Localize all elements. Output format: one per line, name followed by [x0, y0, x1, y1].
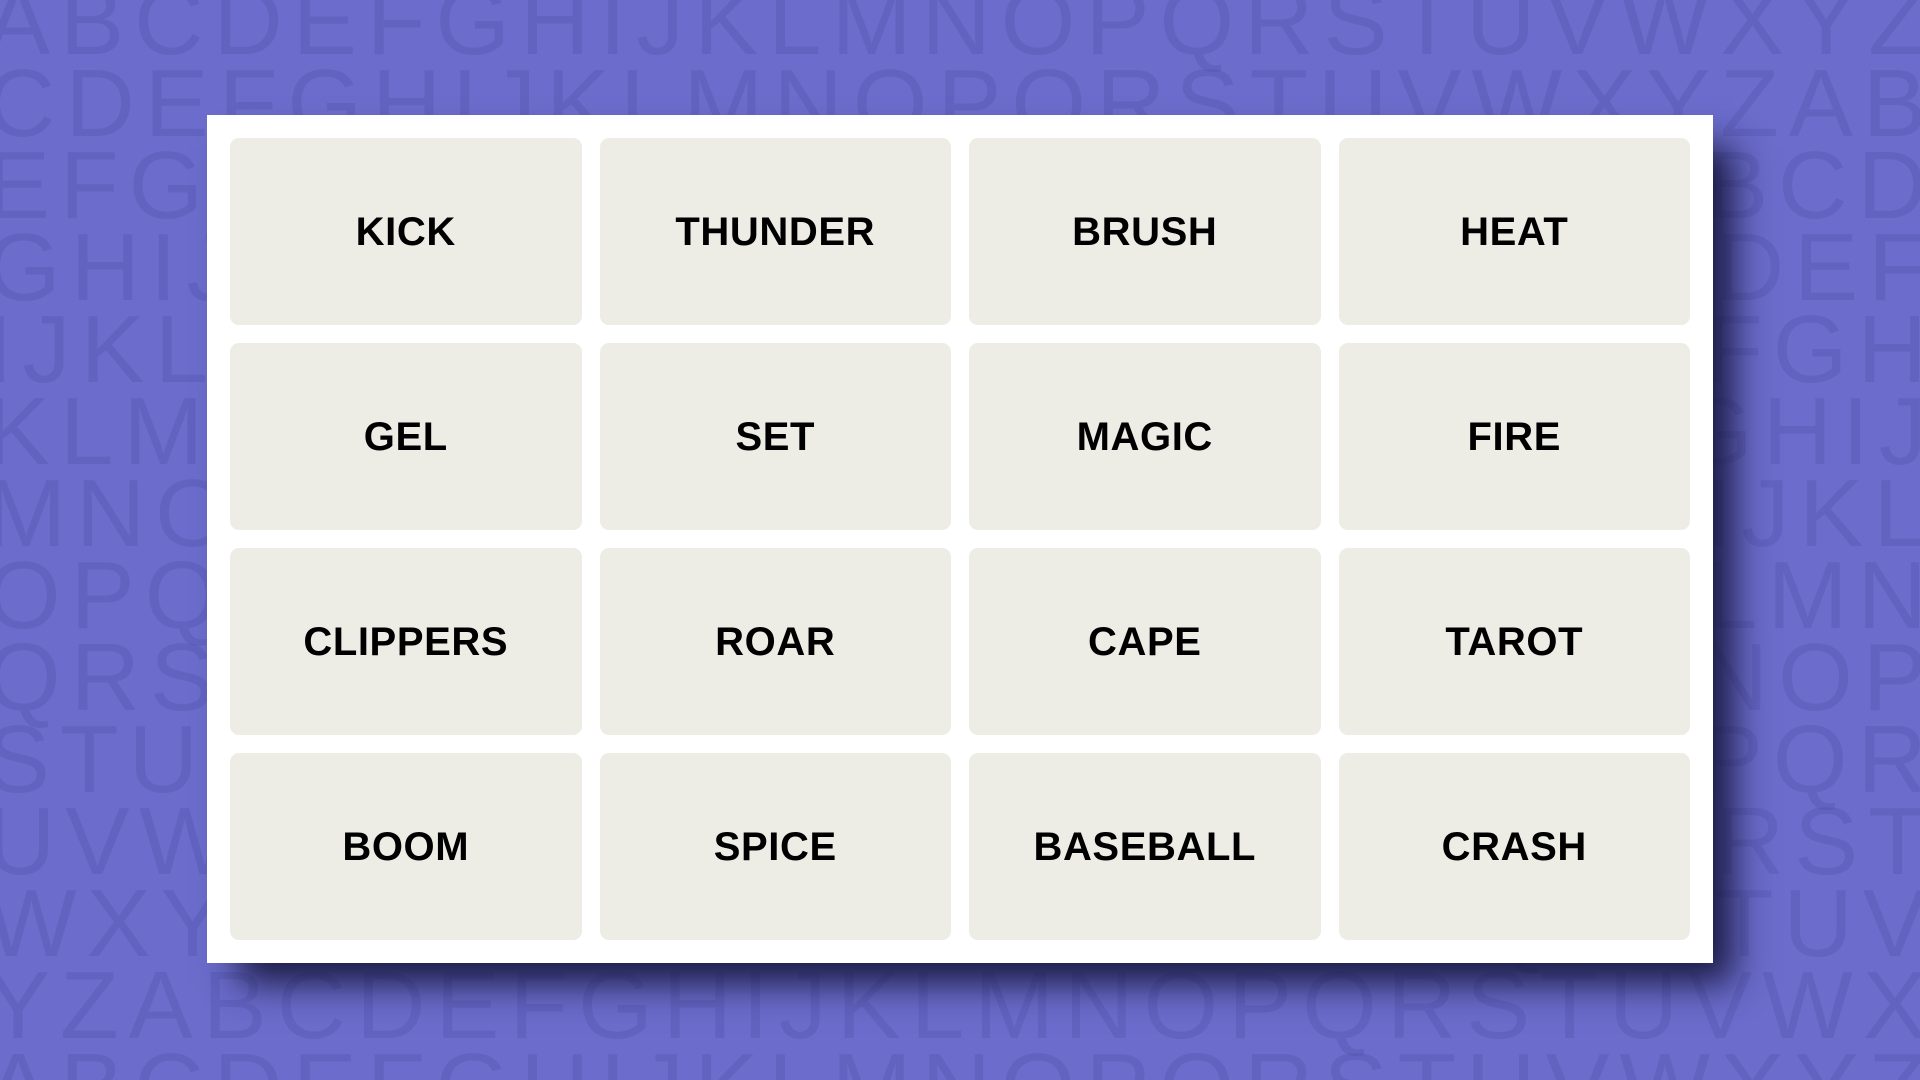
word-tile[interactable]: CLIPPERS	[230, 548, 582, 735]
word-tile-label: HEAT	[1460, 209, 1569, 254]
background-letter-row: ABCDEFGHIJKLMNOPQRSTUVWXYZABCDEF	[0, 1040, 1920, 1080]
word-tile-label: ROAR	[715, 619, 836, 664]
word-tile-label: CRASH	[1441, 824, 1587, 869]
word-tile[interactable]: SPICE	[599, 753, 951, 940]
word-tile-label: TAROT	[1445, 619, 1584, 664]
word-tile-label: KICK	[355, 209, 456, 254]
word-tile[interactable]: BRUSH	[969, 138, 1321, 325]
word-tile[interactable]: BASEBALL	[969, 753, 1321, 940]
background-letter-row: YZABCDEFGHIJKLMNOPQRSTUVWXYZABCD	[0, 952, 1920, 1059]
word-tile-label: BOOM	[342, 824, 470, 869]
word-tile-label: CAPE	[1087, 619, 1202, 664]
background-letter-row: ABCDEFGHIJKLMNOPQRSTUVWXYZABCDEF	[0, 0, 1920, 75]
word-tile[interactable]: GEL	[230, 343, 582, 530]
word-tile[interactable]: HEAT	[1338, 138, 1690, 325]
word-tile-label: THUNDER	[675, 209, 876, 254]
word-tile[interactable]: BOOM	[230, 753, 582, 940]
word-tile[interactable]: TAROT	[1338, 548, 1690, 735]
word-tile-grid: KICK THUNDER BRUSH HEAT GEL SET MAGIC FIRE CLIPP…	[230, 138, 1690, 940]
word-tile[interactable]: FIRE	[1338, 343, 1690, 530]
puzzle-board-card: KICK THUNDER BRUSH HEAT GEL SET MAGIC FIRE CLIPP…	[207, 115, 1713, 963]
word-tile[interactable]: SET	[599, 343, 951, 530]
word-tile-label: MAGIC	[1076, 414, 1213, 459]
word-tile-label: FIRE	[1467, 414, 1561, 459]
word-tile-label: SET	[735, 414, 816, 459]
word-tile[interactable]: KICK	[230, 138, 582, 325]
word-tile-label: GEL	[363, 414, 448, 459]
word-tile-label: BRUSH	[1072, 209, 1218, 254]
word-tile[interactable]: CAPE	[969, 548, 1321, 735]
word-tile[interactable]: ROAR	[599, 548, 951, 735]
word-tile-label: CLIPPERS	[303, 619, 509, 664]
word-tile[interactable]: MAGIC	[969, 343, 1321, 530]
word-tile[interactable]: THUNDER	[599, 138, 951, 325]
word-tile-label: BASEBALL	[1033, 824, 1257, 869]
word-tile-label: SPICE	[713, 824, 837, 869]
word-tile[interactable]: CRASH	[1338, 753, 1690, 940]
